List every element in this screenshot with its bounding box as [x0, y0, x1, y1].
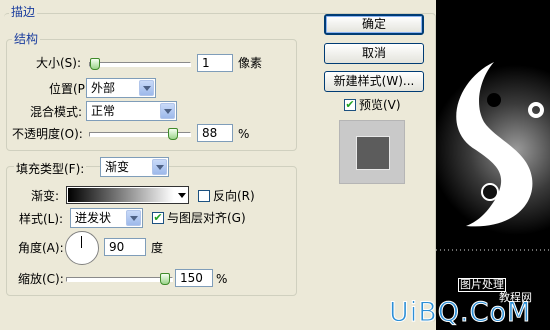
align-with-layer-label[interactable]: 与图层对齐(G) [167, 210, 246, 226]
preview-checkbox[interactable]: ✔ [344, 99, 356, 111]
stamp-line1: 图片处理 [458, 278, 506, 292]
structure-title: 结构 [12, 31, 41, 47]
reverse-label[interactable]: 反向(R) [213, 188, 255, 204]
size-slider-thumb[interactable] [89, 58, 100, 70]
scale-input[interactable]: 150 [175, 269, 213, 287]
opacity-unit: % [238, 127, 250, 141]
angle-dial-needle [81, 236, 82, 248]
angle-dial[interactable] [65, 231, 99, 265]
style-preview-thumbnail [339, 120, 405, 184]
gradient-picker[interactable] [66, 186, 189, 204]
fill-type-label: 填充类型(F): [14, 161, 87, 177]
style-select[interactable]: 迸发状 [70, 208, 143, 228]
canvas-area: 图片处理 教程网 [436, 0, 550, 330]
blend-mode-label: 混合模式: [30, 105, 83, 119]
scale-unit: % [216, 272, 228, 286]
opacity-slider-thumb[interactable] [168, 128, 179, 140]
site-watermark: UiBQ.CoM [388, 297, 532, 328]
size-slider[interactable] [89, 62, 191, 67]
stroke-title: 描边 [9, 4, 38, 20]
chevron-down-icon[interactable] [178, 193, 186, 198]
opacity-label: 不透明度(O): [12, 127, 83, 141]
blend-mode-select-value: 正常 [91, 104, 116, 118]
gradient-swatch [68, 188, 174, 202]
size-input[interactable]: 1 [197, 54, 233, 72]
gradient-label: 渐变: [31, 189, 60, 203]
scale-slider-thumb[interactable] [160, 273, 171, 285]
position-select[interactable]: 外部 [86, 78, 156, 98]
opacity-input[interactable]: 88 [197, 124, 233, 142]
angle-label: 角度(A): [18, 241, 64, 255]
chevron-down-icon[interactable] [152, 159, 167, 175]
angle-unit: 度 [151, 241, 164, 255]
chevron-down-icon[interactable] [126, 210, 141, 226]
chevron-down-icon[interactable] [160, 103, 175, 119]
cancel-button[interactable]: 取消 [324, 43, 424, 64]
angle-input[interactable]: 90 [104, 238, 146, 256]
yin-dot [481, 183, 499, 201]
new-style-button[interactable]: 新建样式(W)... [324, 71, 424, 92]
size-label: 大小(S): [36, 56, 82, 70]
scale-label: 缩放(C): [18, 272, 64, 286]
ok-button[interactable]: 确定 [324, 14, 424, 35]
position-select-value: 外部 [91, 81, 116, 95]
align-with-layer-checkbox[interactable]: ✔ [152, 212, 164, 224]
fill-type-select-value: 渐变 [105, 160, 130, 174]
style-select-value: 迸发状 [75, 211, 112, 225]
reverse-checkbox[interactable] [198, 190, 210, 202]
size-unit: 像素 [238, 56, 263, 70]
scale-slider[interactable] [66, 277, 173, 282]
chevron-down-icon[interactable] [139, 80, 154, 96]
blend-mode-select[interactable]: 正常 [86, 101, 177, 121]
fill-type-select[interactable]: 渐变 [100, 157, 169, 177]
preview-square [356, 136, 390, 170]
preview-label[interactable]: 预览(V) [359, 97, 401, 113]
style-label: 样式(L): [19, 212, 64, 226]
yang-dot [487, 93, 501, 107]
